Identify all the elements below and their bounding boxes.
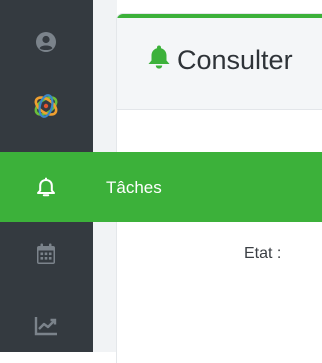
chart-line-icon[interactable] <box>30 310 62 342</box>
bell-icon <box>147 44 171 77</box>
page-title: Consulter <box>147 44 293 77</box>
etat-label: Etat : <box>244 245 282 262</box>
sidebar-item-taches[interactable]: Tâches <box>0 152 322 222</box>
calendar-icon[interactable] <box>30 238 62 270</box>
bell-icon <box>30 171 62 203</box>
page-title-text: Consulter <box>177 45 293 75</box>
sidebar-item-label: Tâches <box>106 178 162 197</box>
logo-icon[interactable] <box>30 90 62 122</box>
user-icon[interactable] <box>30 26 62 58</box>
card-header: Consulter <box>117 18 322 110</box>
